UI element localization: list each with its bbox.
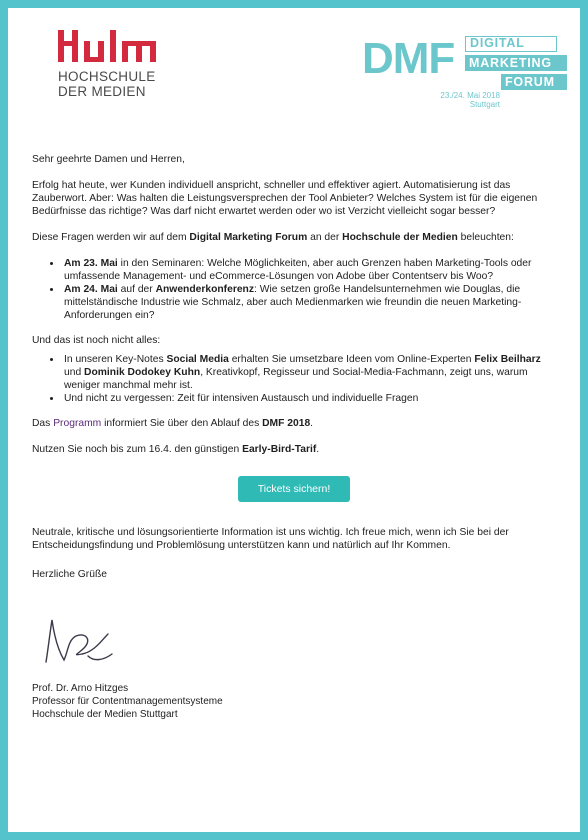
dmf-logo: DMF DIGITAL MARKETING FORUM 23./24. Mai … bbox=[362, 36, 572, 112]
regards: Herzliche Grüße bbox=[32, 569, 107, 580]
dmf-logo-big: DMF bbox=[362, 34, 455, 83]
greeting: Sehr geehrte Damen und Herren, bbox=[32, 154, 185, 165]
hdm-logo-text: HOCHSCHULE DER MEDIEN bbox=[58, 69, 168, 99]
bullet-bold: Felix Beilharz bbox=[474, 354, 541, 365]
dmf-word-forum: FORUM bbox=[501, 74, 567, 90]
earlybird-text-2: . bbox=[316, 444, 320, 455]
program-paragraph: Das Programm informiert Sie über den Abl… bbox=[32, 417, 556, 430]
earlybird-bold: Early-Bird-Tarif bbox=[242, 444, 317, 455]
bullet-text: Und nicht zu vergessen: Zeit für intensi… bbox=[64, 393, 419, 404]
bullet-text: in den Seminaren: Welche Möglichkeiten, … bbox=[64, 258, 532, 282]
program-text-1: Das bbox=[32, 418, 54, 429]
questions-text-1: Diese Fragen werden wir auf dem bbox=[32, 232, 190, 243]
program-link[interactable]: Programm bbox=[53, 418, 101, 429]
hdm-logo: HOCHSCHULE DER MEDIEN bbox=[58, 30, 168, 99]
bullet-bold: Dominik Dodokey Kuhn bbox=[84, 367, 201, 378]
more-paragraph: Und das ist noch nicht alles: bbox=[32, 335, 161, 346]
signer-organization: Hochschule der Medien Stuttgart bbox=[32, 709, 178, 720]
list-item: Und nicht zu vergessen: Zeit für intensi… bbox=[62, 392, 556, 405]
bullet-text: auf der bbox=[117, 284, 156, 295]
list-item: Am 24. Mai auf der Anwenderkonferenz: Wi… bbox=[62, 283, 556, 322]
list-item: Am 23. Mai in den Seminaren: Welche Mögl… bbox=[62, 257, 556, 283]
keynote-list: In unseren Key-Notes Social Media erhalt… bbox=[32, 353, 556, 405]
bullet-text: In unseren Key-Notes bbox=[64, 354, 167, 365]
hdm-logo-line-1: HOCHSCHULE bbox=[58, 69, 156, 84]
bullet-bold: Am 23. Mai bbox=[64, 258, 118, 269]
dmf-logo-words: DIGITAL MARKETING FORUM bbox=[465, 36, 567, 93]
tickets-button[interactable]: Tickets sichern! bbox=[237, 476, 351, 502]
dmf-word-marketing: MARKETING bbox=[465, 55, 567, 71]
program-bold: DMF 2018 bbox=[262, 418, 311, 429]
bullet-text: erhalten Sie umsetzbare Ideen vom Online… bbox=[228, 354, 475, 365]
email-page: HOCHSCHULE DER MEDIEN DMF DIGITAL MARKET… bbox=[8, 8, 580, 832]
questions-text-2: an der bbox=[307, 232, 343, 243]
email-header: HOCHSCHULE DER MEDIEN DMF DIGITAL MARKET… bbox=[32, 8, 567, 128]
dmf-logo-date: 23./24. Mai 2018 Stuttgart bbox=[382, 91, 500, 109]
signer-block: Prof. Dr. Arno Hitzges Professor für Con… bbox=[32, 682, 556, 721]
questions-paragraph: Diese Fragen werden wir auf dem Digital … bbox=[32, 231, 556, 244]
hdm-logo-mark bbox=[58, 30, 156, 62]
program-text-3: . bbox=[310, 418, 314, 429]
letter-body: Sehr geehrte Damen und Herren, Erfolg ha… bbox=[32, 153, 556, 721]
questions-bold-hdm: Hochschule der Medien bbox=[342, 232, 458, 243]
bullet-bold: Social Media bbox=[166, 354, 229, 365]
program-text-2: informiert Sie über den Ablauf des bbox=[101, 418, 263, 429]
earlybird-paragraph: Nutzen Sie noch bis zum 16.4. den günsti… bbox=[32, 443, 556, 456]
list-item: In unseren Key-Notes Social Media erhalt… bbox=[62, 353, 556, 392]
signature-image bbox=[45, 619, 113, 663]
questions-text-3: beleuchten: bbox=[457, 232, 514, 243]
cta-wrapper: Tickets sichern! bbox=[32, 476, 556, 502]
signer-name: Prof. Dr. Arno Hitzges bbox=[32, 683, 129, 694]
dmf-city-text: Stuttgart bbox=[469, 100, 500, 109]
dmf-date-text: 23./24. Mai 2018 bbox=[440, 91, 500, 100]
bullet-text: und bbox=[64, 367, 85, 378]
intro-paragraph: Erfolg hat heute, wer Kunden individuell… bbox=[32, 180, 538, 217]
signer-title: Professor für Contentmanagementsysteme bbox=[32, 696, 223, 707]
event-list: Am 23. Mai in den Seminaren: Welche Mögl… bbox=[32, 257, 556, 322]
hdm-logo-line-2: DER MEDIEN bbox=[58, 84, 146, 99]
bullet-bold: Am 24. Mai bbox=[64, 284, 118, 295]
bullet-bold: Anwenderkonferenz bbox=[155, 284, 254, 295]
earlybird-text-1: Nutzen Sie noch bis zum 16.4. den günsti… bbox=[32, 444, 243, 455]
closing-paragraph: Neutrale, kritische und lösungsorientier… bbox=[32, 527, 509, 551]
dmf-word-digital: DIGITAL bbox=[465, 36, 557, 52]
questions-bold-dmf: Digital Marketing Forum bbox=[189, 232, 308, 243]
